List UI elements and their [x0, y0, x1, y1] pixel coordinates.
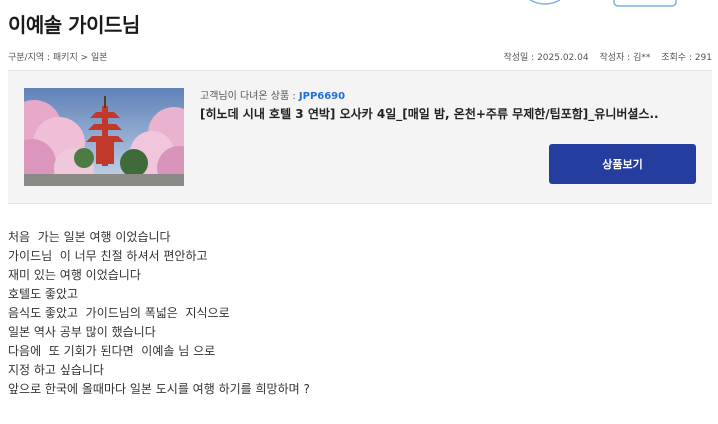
product-title[interactable]: [히노데 시내 호텔 3 연박] 오사카 4일_[매일 밤, 온천+주류 무제한…	[200, 105, 700, 122]
product-label: 고객님이 다녀온 상품 : JPP6690	[200, 87, 345, 102]
post-views: 조회수 : 291	[661, 52, 712, 63]
review-line: 재미 있는 여행 이었습니다	[8, 268, 141, 282]
pagoda-cherry-blossom-photo	[24, 88, 184, 186]
review-content: 처음 가는 일본 여행 이었습니다 가이드님 이 너무 친절 하셔서 편안하고 …	[8, 228, 608, 399]
review-line: 일본 역사 공부 많이 했습니다	[8, 325, 156, 339]
product-thumbnail[interactable]	[24, 88, 184, 186]
post-author: 작성자 : 김**	[599, 52, 651, 63]
product-card: 고객님이 다녀온 상품 : JPP6690 [히노데 시내 호텔 3 연박] 오…	[8, 70, 712, 204]
product-label-text: 고객님이 다녀온 상품 :	[200, 91, 299, 102]
decorative-shape	[529, 0, 677, 7]
review-line: 지정 하고 싶습니다	[8, 363, 104, 377]
post-meta: 작성일 : 2025.02.04 작성자 : 김** 조회수 : 291	[495, 50, 712, 63]
page-title: 이예솔 가이드님	[8, 13, 140, 37]
review-line: 호텔도 좋았고	[8, 287, 79, 301]
post-date: 작성일 : 2025.02.04	[503, 52, 589, 63]
review-line: 다음에 또 기회가 된다면 이예솔 님 으로	[8, 344, 216, 358]
breadcrumb: 구분/지역 : 패키지 > 일본	[8, 52, 108, 63]
view-product-button[interactable]: 상품보기	[549, 144, 696, 184]
review-line: 음식도 좋았고 가이드님의 폭넓은 지식으로	[8, 306, 230, 320]
product-code: JPP6690	[298, 91, 346, 102]
review-line: 앞으로 한국에 올때마다 일본 도시를 여행 하기를 희망하며 ?	[8, 382, 310, 396]
review-line: 처음 가는 일본 여행 이었습니다	[8, 230, 171, 244]
review-line: 가이드님 이 너무 친절 하셔서 편안하고	[8, 249, 208, 263]
meta-row: 구분/지역 : 패키지 > 일본 작성일 : 2025.02.04 작성자 : …	[8, 48, 712, 64]
